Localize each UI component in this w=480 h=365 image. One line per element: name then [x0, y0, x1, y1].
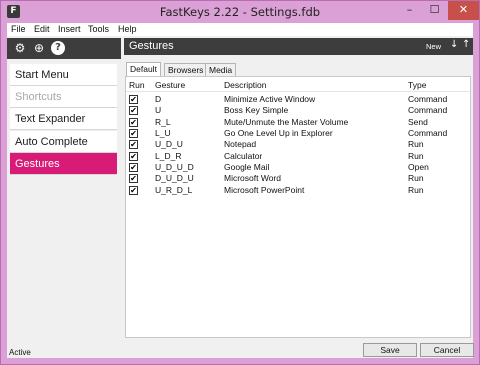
menu-help[interactable]: Help	[118, 23, 137, 36]
tab-media[interactable]: Media	[205, 63, 237, 76]
description-cell: Notepad	[224, 139, 257, 149]
type-cell: Run	[408, 185, 424, 195]
new-button[interactable]: New	[426, 42, 441, 51]
column-header-type[interactable]: Type	[408, 80, 426, 90]
type-cell: Send	[408, 117, 428, 127]
cancel-button[interactable]: Cancel	[420, 343, 474, 357]
tab-browsers[interactable]: Browsers	[164, 63, 208, 76]
gesture-cell: U_R_D_L	[155, 185, 193, 195]
table-row[interactable]: ✔ D Minimize Active Window Command	[126, 94, 470, 105]
sidebar-toolbar: ⚙ ⊕ ?	[7, 38, 121, 59]
sidebar-item-shortcuts: Shortcuts	[10, 86, 117, 108]
type-cell: Open	[408, 162, 429, 172]
gesture-cell: R_L	[155, 117, 171, 127]
sidebar-item-gestures[interactable]: Gestures	[10, 153, 117, 175]
client-area: File Edit Insert Tools Help ⚙ ⊕ ? Start …	[7, 23, 474, 358]
gear-icon[interactable]: ⚙	[13, 41, 27, 55]
sidebar: ⚙ ⊕ ? Start Menu Shortcuts Text Expander…	[7, 38, 121, 358]
column-header-gesture[interactable]: Gesture	[155, 80, 185, 90]
description-cell: Go One Level Up in Explorer	[224, 128, 333, 138]
description-cell: Microsoft PowerPoint	[224, 185, 305, 195]
table-row[interactable]: ✔ U_D_U_D Google Mail Open	[126, 162, 470, 173]
close-button[interactable]: ✕	[448, 1, 479, 20]
app-window: F FastKeys 2.22 - Settings.fdb – ☐ ✕ Fil…	[0, 0, 480, 365]
menu-file[interactable]: File	[11, 23, 26, 36]
save-button[interactable]: Save	[363, 343, 417, 357]
table-row[interactable]: ✔ U Boss Key Simple Command	[126, 105, 470, 116]
gesture-cell: L_U	[155, 128, 171, 138]
tab-default[interactable]: Default	[126, 62, 161, 76]
run-checkbox[interactable]: ✔	[129, 152, 138, 161]
status-bar: Active Save Cancel	[7, 342, 474, 358]
gesture-cell: D	[155, 94, 162, 104]
column-header-description[interactable]: Description	[224, 80, 267, 90]
type-cell: Run	[408, 151, 424, 161]
maximize-button[interactable]: ☐	[422, 1, 447, 20]
run-checkbox[interactable]: ✔	[129, 95, 138, 104]
move-down-icon[interactable]: ↓	[450, 39, 458, 50]
globe-icon[interactable]: ⊕	[32, 41, 46, 55]
gesture-cell: U	[155, 105, 162, 115]
run-checkbox[interactable]: ✔	[129, 106, 138, 115]
table-row[interactable]: ✔ L_U Go One Level Up in Explorer Comman…	[126, 128, 470, 139]
description-cell: Calculator	[224, 151, 263, 161]
type-cell: Command	[408, 105, 448, 115]
sidebar-item-auto-complete[interactable]: Auto Complete	[10, 131, 117, 153]
minimize-button[interactable]: –	[397, 1, 422, 20]
sidebar-item-start-menu[interactable]: Start Menu	[10, 64, 117, 86]
table-row[interactable]: ✔ U_D_U Notepad Run	[126, 139, 470, 150]
run-checkbox[interactable]: ✔	[129, 140, 138, 149]
gesture-cell: U_D_U	[155, 139, 183, 149]
type-cell: Run	[408, 139, 424, 149]
status-text: Active	[9, 348, 31, 357]
header-divider	[126, 91, 470, 92]
gesture-cell: U_D_U_D	[155, 162, 194, 172]
page-title: Gestures	[129, 40, 174, 52]
run-checkbox[interactable]: ✔	[129, 163, 138, 172]
run-checkbox[interactable]: ✔	[129, 186, 138, 195]
move-up-icon[interactable]: ↑	[462, 39, 470, 50]
menu-edit[interactable]: Edit	[34, 23, 50, 36]
type-cell: Command	[408, 128, 448, 138]
table-row[interactable]: ✔ R_L Mute/Unmute the Master Volume Send	[126, 117, 470, 128]
description-cell: Mute/Unmute the Master Volume	[224, 117, 349, 127]
menu-tools[interactable]: Tools	[88, 23, 109, 36]
main-header: Gestures New ↓ ↑	[124, 38, 473, 55]
run-checkbox[interactable]: ✔	[129, 174, 138, 183]
gestures-table: Run Gesture Description Type ✔ D Minimiz…	[125, 76, 471, 338]
table-row[interactable]: ✔ U_R_D_L Microsoft PowerPoint Run	[126, 185, 470, 196]
table-row[interactable]: ✔ L_D_R Calculator Run	[126, 151, 470, 162]
table-row[interactable]: ✔ D_U_D_U Microsoft Word Run	[126, 173, 470, 184]
description-cell: Microsoft Word	[224, 173, 281, 183]
title-bar[interactable]: F FastKeys 2.22 - Settings.fdb – ☐ ✕	[1, 1, 479, 23]
description-cell: Minimize Active Window	[224, 94, 316, 104]
description-cell: Boss Key Simple	[224, 105, 289, 115]
gesture-cell: D_U_D_U	[155, 173, 194, 183]
sidebar-item-text-expander[interactable]: Text Expander	[10, 108, 117, 130]
type-cell: Run	[408, 173, 424, 183]
type-cell: Command	[408, 94, 448, 104]
column-header-run[interactable]: Run	[129, 80, 145, 90]
run-checkbox[interactable]: ✔	[129, 118, 138, 127]
help-icon[interactable]: ?	[51, 41, 65, 55]
run-checkbox[interactable]: ✔	[129, 129, 138, 138]
menu-insert[interactable]: Insert	[58, 23, 81, 36]
menu-bar: File Edit Insert Tools Help	[7, 23, 473, 36]
description-cell: Google Mail	[224, 162, 270, 172]
gesture-cell: L_D_R	[155, 151, 182, 161]
